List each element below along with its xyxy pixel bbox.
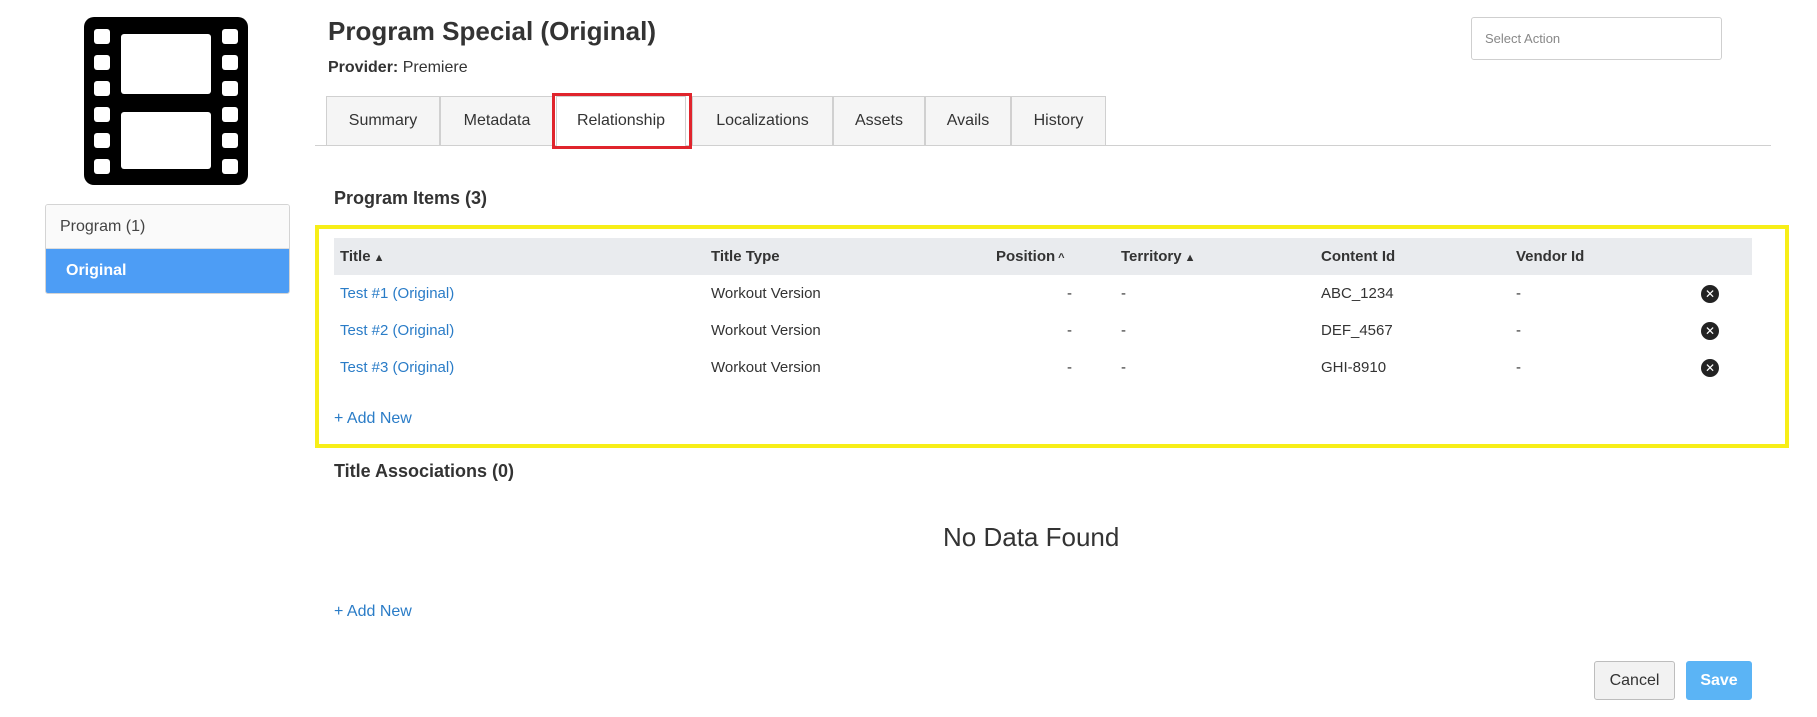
- film-strip-icon: [84, 17, 248, 185]
- select-action-dropdown[interactable]: Select Action: [1471, 17, 1722, 60]
- tab-assets[interactable]: Assets: [833, 96, 925, 145]
- provider-line: Provider: Premiere: [328, 59, 468, 77]
- remove-circle-icon[interactable]: ✕: [1701, 359, 1719, 377]
- column-title-type: Title Type: [711, 248, 780, 265]
- table-row: Test #3 (Original) Workout Version - - G…: [334, 349, 1752, 386]
- tab-localizations[interactable]: Localizations: [692, 96, 833, 145]
- sidebar-item-original[interactable]: Original: [46, 249, 289, 293]
- add-title-association-link[interactable]: + Add New: [334, 603, 412, 621]
- column-title[interactable]: Title ▲︎: [340, 238, 384, 277]
- row-position: -: [1067, 322, 1072, 339]
- provider-value: Premiere: [402, 59, 468, 76]
- column-title-label: Title: [340, 248, 371, 265]
- row-territory: -: [1121, 359, 1126, 376]
- column-position[interactable]: Position ^: [996, 238, 1065, 277]
- row-content-id: GHI-8910: [1321, 359, 1387, 376]
- tab-avails[interactable]: Avails: [925, 96, 1011, 145]
- row-title-link[interactable]: Test #3 (Original): [340, 349, 454, 386]
- tab-metadata[interactable]: Metadata: [440, 96, 554, 145]
- sort-icon[interactable]: ▲︎: [1185, 252, 1196, 264]
- column-vendor-id: Vendor Id: [1516, 248, 1585, 265]
- program-items-heading: Program Items (3): [334, 188, 488, 208]
- title-associations-heading: Title Associations (0): [334, 461, 515, 481]
- table-header: Title ▲︎ Title Type Position ^ Territory ▲︎…: [334, 238, 1752, 275]
- sort-asc-icon[interactable]: ^: [1058, 252, 1064, 264]
- row-title-type: Workout Version: [711, 322, 821, 339]
- sidebar-nav: Program (1) Original: [45, 204, 290, 294]
- remove-circle-icon[interactable]: ✕: [1701, 285, 1719, 303]
- provider-label: Provider:: [328, 59, 399, 76]
- row-title-type: Workout Version: [711, 285, 821, 302]
- tab-relationship[interactable]: Relationship: [556, 96, 686, 148]
- row-vendor-id: -: [1516, 359, 1521, 376]
- no-data-message: No Data Found: [943, 522, 1120, 552]
- tab-history[interactable]: History: [1011, 96, 1106, 145]
- column-content-id: Content Id: [1321, 248, 1396, 265]
- sidebar-header: Program (1): [46, 205, 289, 249]
- column-territory-label: Territory: [1121, 248, 1182, 265]
- remove-circle-icon[interactable]: ✕: [1701, 322, 1719, 340]
- tab-summary[interactable]: Summary: [326, 96, 440, 145]
- row-vendor-id: -: [1516, 322, 1521, 339]
- table-row: Test #2 (Original) Workout Version - - D…: [334, 312, 1752, 349]
- add-program-item-link[interactable]: + Add New: [334, 410, 412, 428]
- row-vendor-id: -: [1516, 285, 1521, 302]
- row-title-type: Workout Version: [711, 359, 821, 376]
- save-button[interactable]: Save: [1686, 661, 1752, 700]
- row-title-link[interactable]: Test #1 (Original): [340, 275, 454, 312]
- column-position-label: Position: [996, 248, 1056, 265]
- row-content-id: DEF_4567: [1321, 322, 1393, 339]
- row-position: -: [1067, 359, 1072, 376]
- table-row: Test #1 (Original) Workout Version - - A…: [334, 275, 1752, 312]
- row-content-id: ABC_1234: [1321, 285, 1394, 302]
- row-territory: -: [1121, 322, 1126, 339]
- cancel-button[interactable]: Cancel: [1594, 661, 1675, 700]
- tab-bar: Summary Metadata Relationship Localizati…: [315, 96, 1771, 148]
- row-title-link[interactable]: Test #2 (Original): [340, 312, 454, 349]
- row-territory: -: [1121, 285, 1126, 302]
- row-position: -: [1067, 285, 1072, 302]
- program-items-table: Title ▲︎ Title Type Position ^ Territory ▲︎…: [334, 238, 1752, 386]
- page-title: Program Special (Original): [328, 16, 656, 46]
- sort-icon[interactable]: ▲︎: [374, 252, 385, 264]
- column-territory[interactable]: Territory ▲︎: [1121, 238, 1195, 277]
